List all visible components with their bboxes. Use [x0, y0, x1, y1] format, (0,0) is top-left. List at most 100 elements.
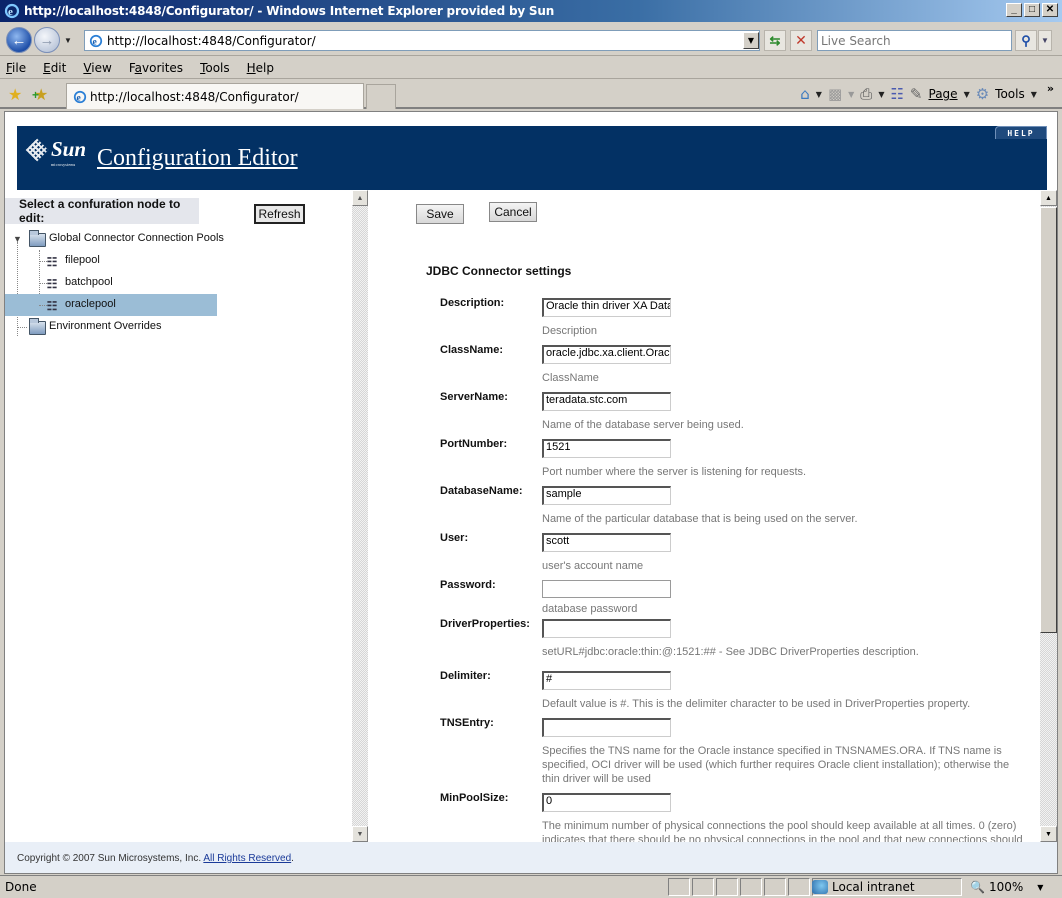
field-label: DatabaseName:: [440, 485, 523, 497]
command-bar: ⌂ ▼ ▩ ▼ ⎙ ▼ ☷ ✎ Page ▼ ⚙ Tools ▼ »: [800, 82, 1054, 104]
field-label: ClassName:: [440, 344, 503, 356]
more-commands-icon[interactable]: »: [1047, 82, 1054, 95]
sun-logo-text: Sun: [51, 137, 87, 161]
back-button[interactable]: ←: [6, 27, 32, 53]
tree-node-environment-overrides[interactable]: Environment Overrides: [5, 316, 353, 338]
menu-tools[interactable]: Tools: [200, 61, 230, 75]
menu-favorites[interactable]: Favorites: [129, 61, 183, 75]
minpoolsize-input[interactable]: 0: [542, 793, 671, 812]
tab-configurator[interactable]: e http://localhost:4848/Configurator/: [66, 83, 364, 109]
ie-logo-icon: e: [4, 3, 20, 19]
tree-node-batchpool[interactable]: ☷ batchpool: [5, 272, 353, 294]
status-cell: [740, 878, 762, 896]
delimiter-input[interactable]: #: [542, 671, 671, 690]
tab-bar: ★ ★ + e http://localhost:4848/Configurato…: [0, 80, 1062, 109]
search-options-button[interactable]: ▼: [1038, 30, 1052, 51]
page-title[interactable]: Configuration Editor: [97, 145, 298, 172]
menu-help[interactable]: Help: [247, 61, 274, 75]
menu-bar: File Edit View Favorites Tools Help: [0, 57, 1062, 79]
tools-menu[interactable]: Tools: [995, 87, 1025, 101]
stop-button[interactable]: ✕: [790, 30, 812, 51]
all-rights-reserved-link[interactable]: All Rights Reserved: [203, 853, 291, 864]
tree-node-oraclepool[interactable]: ☷ oraclepool: [5, 294, 217, 316]
print-icon[interactable]: ⎙: [860, 85, 872, 103]
refresh-button[interactable]: Refresh: [254, 204, 305, 224]
menu-edit[interactable]: Edit: [43, 61, 66, 75]
research-icon[interactable]: ☷: [890, 85, 903, 103]
search-button[interactable]: ⚲: [1015, 30, 1037, 51]
header-banner: Sun microsystems Configuration Editor HE…: [17, 126, 1047, 190]
folder-icon: [29, 230, 46, 247]
history-dropdown-icon[interactable]: ▼: [64, 36, 72, 45]
servername-input[interactable]: teradata.stc.com: [542, 392, 671, 411]
tree-node-label: Environment Overrides: [49, 320, 162, 332]
description-input[interactable]: Oracle thin driver XA Data: [542, 298, 671, 317]
tree-node-label: batchpool: [65, 276, 113, 288]
security-zone[interactable]: Local intranet: [812, 878, 915, 896]
tree-node-filepool[interactable]: ☷ filepool: [5, 250, 353, 272]
new-tab-button[interactable]: [366, 84, 396, 109]
tree-node-global-pools[interactable]: ▼ Global Connector Connection Pools: [5, 228, 353, 250]
refresh-page-button[interactable]: ⇆: [764, 30, 786, 51]
window-title-bar: e http://localhost:4848/Configurator/ - …: [0, 0, 1062, 22]
connection-pool-icon: ☷: [46, 299, 58, 313]
tab-title: http://localhost:4848/Configurator/: [90, 89, 299, 104]
scroll-up-button[interactable]: ▲: [352, 190, 368, 206]
menu-file-rest: ile: [12, 60, 27, 75]
tree-node-label: Global Connector Connection Pools: [49, 232, 224, 244]
cancel-button[interactable]: Cancel: [489, 202, 537, 222]
address-dropdown-button[interactable]: ▼: [743, 32, 759, 49]
rss-feed-icon[interactable]: ▩: [828, 85, 842, 103]
zoom-magnifier-icon: 🔍: [970, 880, 985, 894]
settings-pane-scrollbar[interactable]: ▲ ▼: [1040, 190, 1057, 842]
status-cell: [788, 878, 810, 896]
tree-pane-scrollbar[interactable]: ▲ ▼: [352, 190, 368, 842]
scrollbar-thumb[interactable]: [1040, 207, 1057, 633]
help-link[interactable]: HELP: [995, 126, 1047, 139]
user-input[interactable]: scott: [542, 533, 671, 552]
home-dropdown-icon[interactable]: ▼: [816, 90, 822, 99]
field-help: setURL#jdbc:oracle:thin:@:1521:## - See …: [542, 646, 919, 658]
portnumber-input[interactable]: 1521: [542, 439, 671, 458]
home-icon[interactable]: ⌂: [800, 85, 810, 103]
address-bar[interactable]: e http://localhost:4848/Configurator/ ▼: [84, 30, 760, 51]
zoom-dropdown-icon[interactable]: ▼: [1037, 883, 1043, 892]
scroll-up-button[interactable]: ▲: [1040, 190, 1057, 206]
driverproperties-input[interactable]: [542, 619, 671, 638]
close-button[interactable]: ✕: [1042, 3, 1058, 17]
feeds-dropdown-icon[interactable]: ▼: [848, 90, 854, 99]
password-input[interactable]: [542, 580, 671, 598]
page-menu-label: Page: [928, 87, 958, 101]
field-help: Default value is #. This is the delimite…: [542, 698, 971, 710]
tools-dropdown-icon[interactable]: ▼: [1031, 90, 1037, 99]
zoom-control[interactable]: 🔍 100% ▼: [970, 878, 1043, 896]
menu-file[interactable]: File: [6, 61, 26, 75]
menu-view-rest: iew: [91, 60, 112, 75]
forward-button[interactable]: →: [34, 27, 60, 53]
footer-period: .: [291, 853, 294, 864]
add-favorite-icon[interactable]: ★ +: [32, 85, 48, 105]
minimize-button[interactable]: _: [1006, 3, 1022, 17]
status-bar: Done Local intranet 🔍 100% ▼: [0, 875, 1062, 898]
page-dropdown-icon[interactable]: ▼: [964, 90, 970, 99]
save-button[interactable]: Save: [416, 204, 464, 224]
connection-pool-icon: ☷: [46, 277, 58, 291]
search-input[interactable]: Live Search: [817, 30, 1012, 51]
settings-pane: Save Cancel JDBC Connector settings Desc…: [368, 190, 1040, 842]
expand-toggle-icon[interactable]: ▼: [13, 234, 22, 244]
menu-view[interactable]: View: [83, 61, 111, 75]
favorites-center-star-icon[interactable]: ★: [8, 85, 22, 105]
page-menu[interactable]: Page: [929, 87, 958, 101]
field-help: Name of the particular database that is …: [542, 513, 858, 525]
scroll-down-button[interactable]: ▼: [1040, 826, 1057, 842]
scroll-down-button[interactable]: ▼: [352, 826, 368, 842]
tnsentry-input[interactable]: [542, 718, 671, 737]
status-cell: [668, 878, 690, 896]
search-icon: ⚲: [1021, 32, 1031, 48]
scroll-down-icon: ▼: [1045, 830, 1052, 838]
close-icon: ✕: [1045, 4, 1055, 15]
print-dropdown-icon[interactable]: ▼: [878, 90, 884, 99]
databasename-input[interactable]: sample: [542, 486, 671, 505]
classname-input[interactable]: oracle.jdbc.xa.client.Oracl: [542, 345, 671, 364]
maximize-button[interactable]: □: [1024, 3, 1040, 17]
